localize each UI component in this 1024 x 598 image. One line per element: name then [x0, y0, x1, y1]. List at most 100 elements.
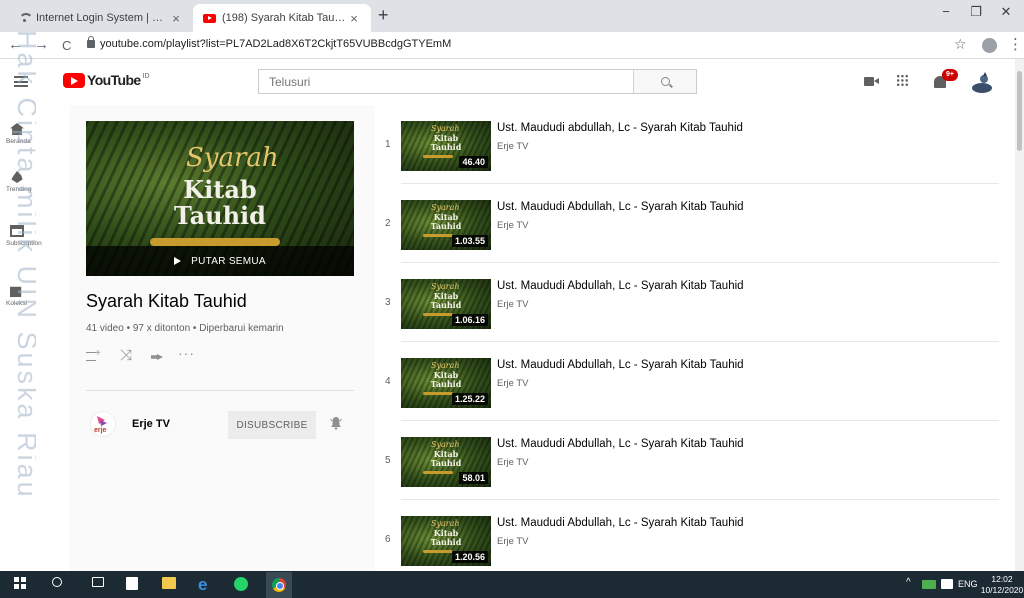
search-icon: [660, 77, 670, 86]
thumbnail-title-line2: Tauhid: [430, 142, 462, 152]
bookmark-star-icon[interactable]: ☆: [954, 36, 967, 53]
sidebar-item-beranda[interactable]: Beranda: [0, 123, 70, 145]
video-channel[interactable]: Erje TV: [497, 378, 529, 389]
divider: [86, 390, 354, 391]
account-avatar[interactable]: [970, 70, 994, 94]
notification-settings-icon[interactable]: [330, 416, 342, 430]
unsubscribe-button[interactable]: DISUBSCRIBE: [228, 411, 316, 439]
tab-youtube-playlist[interactable]: (198) Syarah Kitab Tauhid - YouTube ×: [193, 4, 371, 32]
thumbnail-title-line2: Tauhid: [430, 458, 462, 468]
create-video-icon[interactable]: [864, 77, 879, 86]
playlist-video-item[interactable]: 2 Syarah Kitab Tauhid 1.03.55 Ust. Maudu…: [375, 184, 1015, 263]
video-thumbnail[interactable]: Syarah Kitab Tauhid 1.25.22: [401, 358, 491, 408]
thumbnail-banner: [423, 234, 453, 237]
search-input[interactable]: [259, 70, 633, 93]
taskbar-clock[interactable]: 12:02 10/12/2020: [980, 574, 1024, 596]
video-thumbnail[interactable]: Syarah Kitab Tauhid 58.01: [401, 437, 491, 487]
video-channel[interactable]: Erje TV: [497, 299, 529, 310]
new-tab-button[interactable]: +: [378, 5, 389, 26]
browser-menu-icon[interactable]: ⋮: [1008, 35, 1023, 53]
tray-overflow-icon[interactable]: ^: [906, 577, 911, 588]
sidebar-item-label: Koleksi: [6, 300, 27, 307]
back-button[interactable]: ←: [8, 36, 23, 53]
youtube-logo[interactable]: YouTube ID: [63, 72, 150, 88]
playlist-video-item[interactable]: 4 Syarah Kitab Tauhid 1.25.22 Ust. Maudu…: [375, 342, 1015, 421]
play-icon: [174, 257, 182, 265]
windows-start-icon[interactable]: [14, 577, 26, 589]
notification-tray-icon[interactable]: [941, 579, 953, 589]
thumbnail-script-text: Syarah: [431, 282, 460, 291]
video-duration: 1.25.22: [451, 393, 488, 405]
tab-title: (198) Syarah Kitab Tauhid - YouTube: [222, 12, 347, 24]
video-thumbnail[interactable]: Syarah Kitab Tauhid 1.06.16: [401, 279, 491, 329]
thumbnail-script-text: Syarah: [431, 440, 460, 449]
file-explorer-icon[interactable]: [162, 577, 176, 589]
hamburger-menu-icon[interactable]: [14, 76, 28, 87]
playlist-video-item[interactable]: 1 Syarah Kitab Tauhid 46.40 Ust. Maududi…: [375, 105, 1015, 184]
sidebar-item-label: Beranda: [6, 138, 31, 145]
thumbnail-script-text: Syarah: [431, 519, 460, 528]
sidebar-item-subscription[interactable]: Subscription: [0, 225, 70, 247]
share-icon[interactable]: [146, 349, 176, 365]
thumbnail-title-line1: Kitab: [183, 175, 257, 204]
video-channel[interactable]: Erje TV: [497, 141, 529, 152]
reload-button[interactable]: C: [62, 38, 71, 53]
video-channel[interactable]: Erje TV: [497, 536, 529, 547]
playlist-thumbnail[interactable]: Syarah Kitab Tauhid PUTAR SEMUA: [86, 121, 354, 276]
video-title[interactable]: Ust. Maududi Abdullah, Lc - Syarah Kitab…: [497, 438, 744, 450]
task-view-icon[interactable]: [92, 577, 104, 587]
forward-button[interactable]: →: [34, 36, 49, 53]
language-indicator[interactable]: ENG: [958, 579, 978, 589]
video-title[interactable]: Ust. Maududi Abdullah, Lc - Syarah Kitab…: [497, 517, 744, 529]
play-all-label: PUTAR SEMUA: [191, 255, 266, 267]
scrollbar-thumb[interactable]: [1017, 71, 1022, 151]
window-close-button[interactable]: ✕: [992, 4, 1020, 20]
playlist-video-item[interactable]: 6 Syarah Kitab Tauhid 1.20.56 Ust. Maudu…: [375, 500, 1015, 571]
profile-icon[interactable]: [982, 38, 997, 53]
address-bar[interactable]: youtube.com/playlist?list=PL7AD2Lad8X6T2…: [100, 38, 451, 50]
video-duration: 1.20.56: [451, 551, 488, 563]
tab-internet-login[interactable]: Internet Login System | Status ×: [8, 4, 193, 32]
playlist-video-item[interactable]: 3 Syarah Kitab Tauhid 1.06.16 Ust. Maudu…: [375, 263, 1015, 342]
play-all-button[interactable]: PUTAR SEMUA: [86, 246, 354, 276]
thumbnail-banner: [423, 155, 453, 158]
video-thumbnail[interactable]: Syarah Kitab Tauhid 1.03.55: [401, 200, 491, 250]
video-thumbnail[interactable]: Syarah Kitab Tauhid 1.20.56: [401, 516, 491, 566]
minimize-button[interactable]: −: [932, 4, 960, 19]
tab-close-icon[interactable]: ×: [169, 11, 183, 26]
sidebar-item-koleksi[interactable]: Koleksi: [0, 285, 70, 307]
add-to-queue-icon[interactable]: [86, 348, 116, 365]
video-title[interactable]: Ust. Maududi Abdullah, Lc - Syarah Kitab…: [497, 359, 744, 371]
thumbnail-title-line2: Tauhid: [430, 300, 462, 310]
channel-name[interactable]: Erje TV: [132, 418, 170, 430]
sidebar-item-trending[interactable]: Trending: [0, 171, 70, 193]
channel-avatar[interactable]: erje: [90, 411, 116, 437]
video-thumbnail[interactable]: Syarah Kitab Tauhid 46.40: [401, 121, 491, 171]
maximize-button[interactable]: ❐: [962, 4, 990, 20]
shuffle-icon[interactable]: [116, 347, 146, 365]
whatsapp-icon[interactable]: [234, 577, 248, 591]
video-title[interactable]: Ust. Maududi abdullah, Lc - Syarah Kitab…: [497, 122, 743, 134]
taskbar-search-icon[interactable]: [52, 577, 62, 587]
video-index: 6: [385, 534, 391, 545]
page-scrollbar[interactable]: [1015, 59, 1024, 571]
video-title[interactable]: Ust. Maududi Abdullah, Lc - Syarah Kitab…: [497, 280, 744, 292]
tab-close-icon[interactable]: ×: [347, 11, 361, 26]
thumbnail-script-text: Syarah: [431, 124, 460, 133]
playlist-video-item[interactable]: 5 Syarah Kitab Tauhid 58.01 Ust. Maududi…: [375, 421, 1015, 500]
tab-title: Internet Login System | Status: [36, 12, 169, 24]
store-icon[interactable]: [126, 577, 138, 590]
apps-grid-icon[interactable]: [896, 74, 909, 87]
more-options-icon[interactable]: [176, 345, 206, 365]
video-title[interactable]: Ust. Maududi Abdullah, Lc - Syarah Kitab…: [497, 201, 744, 213]
video-channel[interactable]: Erje TV: [497, 457, 529, 468]
video-channel[interactable]: Erje TV: [497, 220, 529, 231]
thumbnail-title-line2: Tauhid: [174, 201, 266, 230]
chrome-icon[interactable]: [266, 572, 292, 598]
edge-browser-icon[interactable]: e: [198, 575, 207, 595]
search-button[interactable]: [633, 70, 696, 93]
network-tray-icon[interactable]: [922, 580, 936, 589]
thumbnail-banner: [423, 313, 453, 316]
playlist-video-list: 1 Syarah Kitab Tauhid 46.40 Ust. Maududi…: [375, 105, 1015, 571]
video-index: 5: [385, 455, 391, 466]
